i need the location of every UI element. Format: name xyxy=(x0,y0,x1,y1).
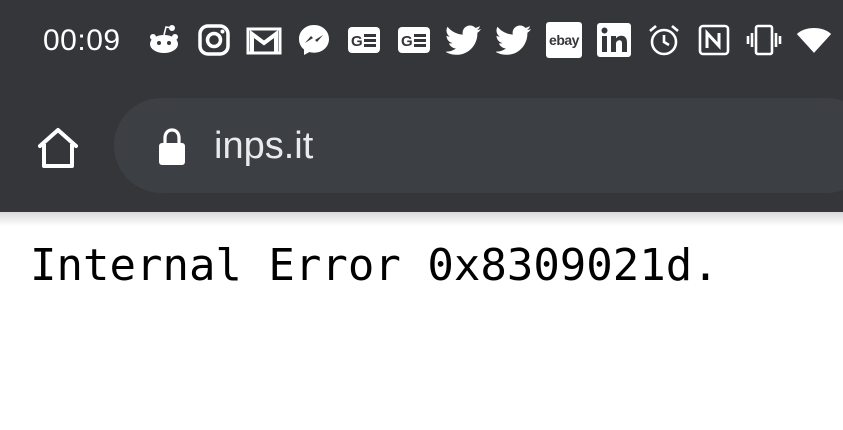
ebay-icon: ebay xyxy=(546,22,582,58)
toolbar-shadow xyxy=(0,212,843,226)
wifi-icon xyxy=(796,22,832,58)
svg-text:G: G xyxy=(401,33,413,50)
svg-text:G: G xyxy=(351,33,363,50)
url-text[interactable]: inps.it xyxy=(214,125,313,167)
home-icon xyxy=(38,128,78,168)
twitter-icon xyxy=(446,22,482,58)
linkedin-icon xyxy=(596,22,632,58)
alarm-icon xyxy=(646,22,682,58)
google-news-icon: G xyxy=(346,22,382,58)
gmail-icon xyxy=(246,22,282,58)
status-time: 00:09 xyxy=(43,24,121,57)
nfc-icon xyxy=(696,22,732,58)
browser-toolbar: inps.it xyxy=(0,80,843,212)
google-news-icon: G xyxy=(396,22,432,58)
messenger-icon xyxy=(296,22,332,58)
home-button[interactable] xyxy=(30,120,86,176)
lock-icon[interactable] xyxy=(154,127,190,167)
instagram-icon xyxy=(196,22,232,58)
error-message: Internal Error 0x8309021d. xyxy=(30,240,719,291)
notification-icons: G G ebay xyxy=(146,22,843,58)
reddit-icon xyxy=(146,22,182,58)
address-bar[interactable]: inps.it xyxy=(114,98,843,193)
twitter-icon xyxy=(496,22,532,58)
status-bar: 00:09 G G ebay xyxy=(0,0,843,80)
vibrate-icon xyxy=(746,22,782,58)
